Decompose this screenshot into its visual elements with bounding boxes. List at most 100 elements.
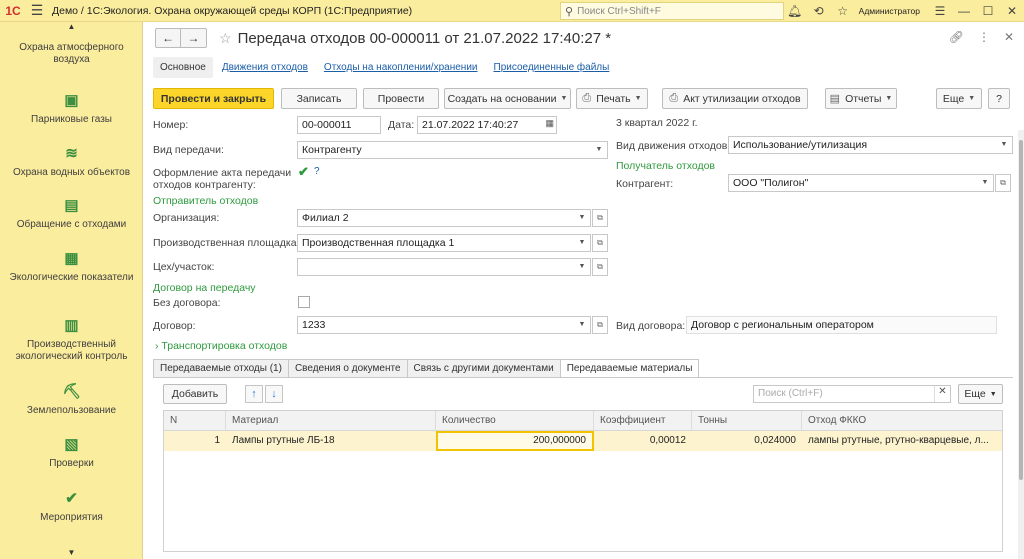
open-counterparty-icon[interactable]: ⧉ (995, 174, 1011, 192)
chevron-down-icon[interactable]: ▼ (574, 317, 590, 333)
back-button[interactable]: ← (155, 28, 181, 48)
more-icon[interactable]: ⋮ (978, 30, 990, 44)
open-organization-icon[interactable]: ⧉ (592, 209, 608, 227)
table-more-button[interactable]: Еще ▼ (958, 384, 1003, 404)
move-down-icon[interactable]: ↓ (265, 385, 283, 403)
post-button[interactable]: Провести (363, 88, 439, 109)
sidebar-item-measures[interactable]: ✔ Мероприятия (0, 490, 143, 524)
open-department-icon[interactable]: ⧉ (592, 258, 608, 276)
maximize-icon[interactable]: ☐ (976, 4, 1000, 18)
tab-transferred-waste[interactable]: Передаваемые отходы (1) (153, 359, 289, 378)
open-contract-icon[interactable]: ⧉ (592, 316, 608, 334)
disposal-act-button[interactable]: ⎙ Акт утилизации отходов (662, 88, 808, 109)
contract-select[interactable]: 1233 ▼ (297, 316, 591, 334)
sidebar-item-land[interactable]: ⛏ Землепользование (0, 383, 143, 417)
chevron-down-icon[interactable]: ▼ (996, 137, 1012, 153)
number-field[interactable]: 00-000011 (297, 116, 381, 134)
tab-main[interactable]: Основное (153, 56, 213, 78)
sidebar-item-waste[interactable]: ▤ Обращение с отходами (0, 197, 143, 231)
cell-material[interactable]: Лампы ртутные ЛБ-18 (226, 431, 436, 451)
act-checkbox[interactable]: ✔ (298, 164, 309, 180)
sidebar-item-control[interactable]: ▥ Производственный экологический контрол… (0, 317, 143, 363)
sidebar-item-checks[interactable]: ▧ Проверки (0, 436, 143, 470)
sidebar-item-water[interactable]: ≋ Охрана водных объектов (0, 145, 143, 179)
reports-button[interactable]: ▤ Отчеты ▼ (825, 88, 897, 109)
global-search-input[interactable]: ⚲ Поиск Ctrl+Shift+F (560, 2, 784, 20)
column-header-n[interactable]: N (164, 411, 226, 431)
department-select[interactable]: ▼ (297, 258, 591, 276)
tab-attached-files[interactable]: Присоединенные файлы (487, 57, 617, 78)
tab-related-documents[interactable]: Связь с другими документами (406, 359, 561, 378)
tab-waste-storage[interactable]: Отходы на накоплении/хранении (317, 57, 485, 78)
sidebar-item-greenhouse[interactable]: ▣ Парниковые газы (0, 92, 143, 126)
main-menu-icon[interactable]: ☰ (26, 2, 48, 19)
move-up-icon[interactable]: ↑ (245, 385, 263, 403)
open-site-icon[interactable]: ⧉ (592, 234, 608, 252)
column-header-coefficient[interactable]: Коэффициент (594, 411, 692, 431)
more-button[interactable]: Еще ▼ (936, 88, 982, 109)
favorites-star-icon[interactable]: ☆ (831, 4, 855, 18)
favorite-star-icon[interactable]: ☆ (219, 30, 232, 47)
clear-search-icon[interactable]: ✕ (934, 386, 950, 402)
cell-coefficient[interactable]: 0,00012 (594, 431, 692, 451)
link-icon[interactable]: 🔗︎ (949, 30, 964, 44)
contract-header: Договор на передачу (153, 282, 256, 294)
print-label: Печать (596, 92, 631, 105)
chevron-down-icon[interactable]: ▼ (591, 142, 607, 158)
bell-icon[interactable]: 🔔︎ (783, 4, 807, 18)
site-select[interactable]: Производственная площадка 1 ▼ (297, 234, 591, 252)
forward-button[interactable]: → (181, 28, 207, 48)
contract-kind-label: Вид договора: (616, 320, 686, 332)
settings-menu-icon[interactable]: ☰ (928, 4, 952, 18)
tab-document-info[interactable]: Сведения о документе (287, 359, 408, 378)
cell-quantity[interactable]: 200,000000 (436, 431, 594, 451)
save-button[interactable]: Записать (281, 88, 357, 109)
transfer-type-label: Вид передачи: (153, 144, 224, 156)
printer-icon: ⎙ (669, 92, 679, 104)
scrollbar-thumb[interactable] (1019, 140, 1023, 480)
calendar-icon[interactable]: ▦ (545, 118, 554, 129)
no-contract-checkbox[interactable] (298, 296, 310, 308)
transfer-type-select[interactable]: Контрагенту ▼ (297, 141, 608, 159)
column-header-quantity[interactable]: Количество (436, 411, 594, 431)
print-button[interactable]: ⎙ Печать ▼ (576, 88, 648, 109)
sidebar-item-indicators[interactable]: ▦ Экологические показатели (0, 250, 143, 284)
sidebar-item-air[interactable]: Охрана атмосферного воздуха (0, 42, 143, 66)
add-row-button[interactable]: Добавить (163, 384, 227, 404)
user-name[interactable]: Администратор (859, 6, 920, 16)
table-row[interactable]: 1 Лампы ртутные ЛБ-18 200,000000 0,00012… (164, 431, 1002, 451)
act-label-line2: отходов контрагенту: (153, 179, 256, 191)
column-header-tons[interactable]: Тонны (692, 411, 802, 431)
help-button[interactable]: ? (988, 88, 1010, 109)
scroll-up-icon[interactable]: ▲ (0, 22, 143, 32)
table-search-input[interactable]: Поиск (Ctrl+F) ✕ (753, 385, 951, 403)
chevron-down-icon[interactable]: ▼ (977, 175, 993, 191)
movement-type-select[interactable]: Использование/утилизация ▼ (728, 136, 1013, 154)
close-icon[interactable]: ✕ (1000, 4, 1024, 18)
chevron-down-icon[interactable]: ▼ (574, 235, 590, 251)
scroll-down-icon[interactable]: ▼ (0, 548, 143, 557)
date-field[interactable]: 21.07.2022 17:40:27 ▦ (417, 116, 557, 134)
create-based-on-button[interactable]: Создать на основании ▼ (444, 88, 571, 109)
organization-select[interactable]: Филиал 2 ▼ (297, 209, 591, 227)
tab-waste-movements[interactable]: Движения отходов (215, 57, 315, 78)
minimize-icon[interactable]: — (952, 4, 976, 18)
counterparty-select[interactable]: ООО "Полигон" ▼ (728, 174, 994, 192)
tab-transferred-materials[interactable]: Передаваемые материалы (559, 359, 700, 378)
post-and-close-button[interactable]: Провести и закрыть (153, 88, 274, 109)
form-scrollbar[interactable] (1018, 130, 1024, 559)
sidebar-item-label: Охрана атмосферного воздуха (19, 42, 124, 65)
app-header: 1С ☰ Демо / 1С:Экология. Охрана окружающ… (0, 0, 1024, 22)
transport-section-toggle[interactable]: › Транспортировка отходов (155, 340, 287, 352)
cell-tons[interactable]: 0,024000 (692, 431, 802, 451)
column-header-material[interactable]: Материал (226, 411, 436, 431)
cell-fkko[interactable]: лампы ртутные, ртутно-кварцевые, л... (802, 431, 1002, 451)
act-help-link[interactable]: ? (314, 166, 320, 177)
column-header-fkko[interactable]: Отход ФККО (802, 411, 1002, 431)
history-icon[interactable]: ⟲ (807, 4, 831, 18)
close-icon[interactable]: ✕ (1004, 30, 1014, 44)
movement-type-label: Вид движения отходов: (616, 140, 731, 152)
chevron-down-icon[interactable]: ▼ (574, 259, 590, 275)
cell-n[interactable]: 1 (164, 431, 226, 451)
chevron-down-icon[interactable]: ▼ (574, 210, 590, 226)
